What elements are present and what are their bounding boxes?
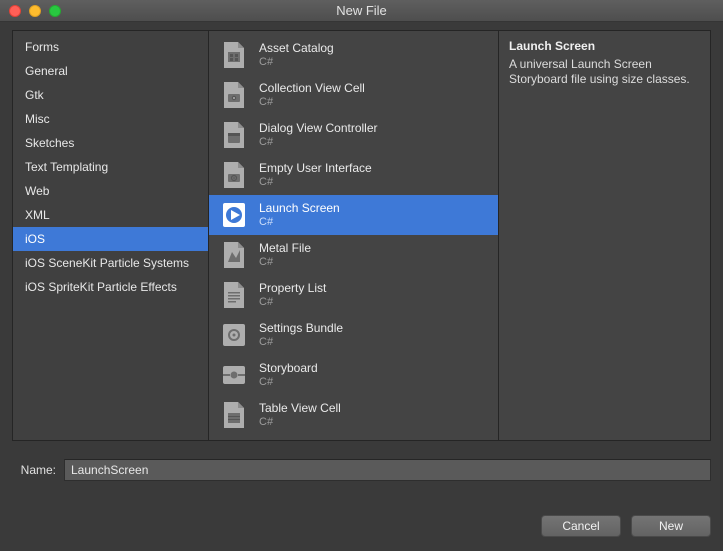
description-body: A universal Launch Screen Storyboard fil… xyxy=(509,57,700,87)
window-controls xyxy=(0,5,61,17)
category-list: Forms General Gtk Misc Sketches Text Templati… xyxy=(13,31,209,440)
template-list: Asset CatalogC#Collection View CellC#Dia… xyxy=(209,31,499,440)
template-text: Settings BundleC# xyxy=(259,321,343,349)
name-label: Name: xyxy=(12,463,56,477)
category-label: Gtk xyxy=(25,88,44,102)
template-name: Asset Catalog xyxy=(259,41,334,55)
category-item[interactable]: Text Templating xyxy=(13,155,208,179)
template-text: Empty User InterfaceC# xyxy=(259,161,372,189)
main-frame: Forms General Gtk Misc Sketches Text Templati… xyxy=(12,30,711,441)
template-text: Property ListC# xyxy=(259,281,326,309)
category-item[interactable]: Gtk xyxy=(13,83,208,107)
table-view-icon xyxy=(219,399,249,431)
template-item[interactable]: Metal FileC# xyxy=(209,235,498,275)
template-subtitle: C# xyxy=(259,55,334,69)
category-item[interactable]: iOS xyxy=(13,227,208,251)
collection-view-icon xyxy=(219,79,249,111)
description-title: Launch Screen xyxy=(509,39,700,53)
template-name: Property List xyxy=(259,281,326,295)
category-item[interactable]: Web xyxy=(13,179,208,203)
category-label: Text Templating xyxy=(25,160,108,174)
category-item[interactable]: XML xyxy=(13,203,208,227)
template-text: Table View CellC# xyxy=(259,401,341,429)
category-label: Forms xyxy=(25,40,59,54)
template-text: Dialog View ControllerC# xyxy=(259,121,378,149)
template-item[interactable]: Table View CellC# xyxy=(209,395,498,435)
template-subtitle: C# xyxy=(259,335,343,349)
template-item[interactable]: Launch ScreenC# xyxy=(209,195,498,235)
storyboard-icon xyxy=(219,359,249,391)
template-item[interactable]: Asset CatalogC# xyxy=(209,35,498,75)
new-button[interactable]: New xyxy=(631,515,711,537)
category-item[interactable]: iOS SceneKit Particle Systems xyxy=(13,251,208,275)
template-subtitle: C# xyxy=(259,95,365,109)
titlebar: New File xyxy=(0,0,723,22)
template-text: StoryboardC# xyxy=(259,361,318,389)
maximize-icon[interactable] xyxy=(49,5,61,17)
empty-ui-icon xyxy=(219,159,249,191)
template-item[interactable]: Empty User InterfaceC# xyxy=(209,155,498,195)
category-label: iOS SceneKit Particle Systems xyxy=(25,256,189,270)
template-name: Launch Screen xyxy=(259,201,340,215)
category-item[interactable]: Misc xyxy=(13,107,208,131)
template-name: Collection View Cell xyxy=(259,81,365,95)
template-text: Collection View CellC# xyxy=(259,81,365,109)
template-subtitle: C# xyxy=(259,375,318,389)
category-item[interactable]: General xyxy=(13,59,208,83)
settings-bundle-icon xyxy=(219,319,249,351)
template-subtitle: C# xyxy=(259,135,378,149)
category-label: General xyxy=(25,64,68,78)
template-subtitle: C# xyxy=(259,415,341,429)
template-item[interactable]: Dialog View ControllerC# xyxy=(209,115,498,155)
name-input[interactable] xyxy=(64,459,711,481)
template-name: Metal File xyxy=(259,241,311,255)
template-subtitle: C# xyxy=(259,295,326,309)
template-subtitle: C# xyxy=(259,255,311,269)
category-item[interactable]: iOS SpriteKit Particle Effects xyxy=(13,275,208,299)
category-item[interactable]: Forms xyxy=(13,35,208,59)
category-label: Misc xyxy=(25,112,50,126)
template-subtitle: C# xyxy=(259,175,372,189)
cancel-button[interactable]: Cancel xyxy=(541,515,621,537)
name-row: Name: xyxy=(12,459,711,481)
launch-screen-icon xyxy=(219,199,249,231)
asset-catalog-icon xyxy=(219,39,249,71)
property-list-icon xyxy=(219,279,249,311)
category-item[interactable]: Sketches xyxy=(13,131,208,155)
category-label: Sketches xyxy=(25,136,74,150)
category-label: iOS xyxy=(25,232,45,246)
template-item[interactable]: Collection View CellC# xyxy=(209,75,498,115)
template-item[interactable]: StoryboardC# xyxy=(209,355,498,395)
template-text: Metal FileC# xyxy=(259,241,311,269)
template-name: Empty User Interface xyxy=(259,161,372,175)
template-item[interactable]: Property ListC# xyxy=(209,275,498,315)
button-row: Cancel New xyxy=(541,515,711,537)
dialog-view-icon xyxy=(219,119,249,151)
template-text: Launch ScreenC# xyxy=(259,201,340,229)
close-icon[interactable] xyxy=(9,5,21,17)
category-label: Web xyxy=(25,184,49,198)
template-name: Settings Bundle xyxy=(259,321,343,335)
template-name: Storyboard xyxy=(259,361,318,375)
window-title: New File xyxy=(0,3,723,18)
template-text: Asset CatalogC# xyxy=(259,41,334,69)
template-name: Table View Cell xyxy=(259,401,341,415)
category-label: iOS SpriteKit Particle Effects xyxy=(25,280,177,294)
metal-file-icon xyxy=(219,239,249,271)
category-label: XML xyxy=(25,208,50,222)
template-name: Dialog View Controller xyxy=(259,121,378,135)
template-item[interactable]: Settings BundleC# xyxy=(209,315,498,355)
description-panel: Launch Screen A universal Launch Screen … xyxy=(499,31,710,440)
minimize-icon[interactable] xyxy=(29,5,41,17)
template-subtitle: C# xyxy=(259,215,340,229)
